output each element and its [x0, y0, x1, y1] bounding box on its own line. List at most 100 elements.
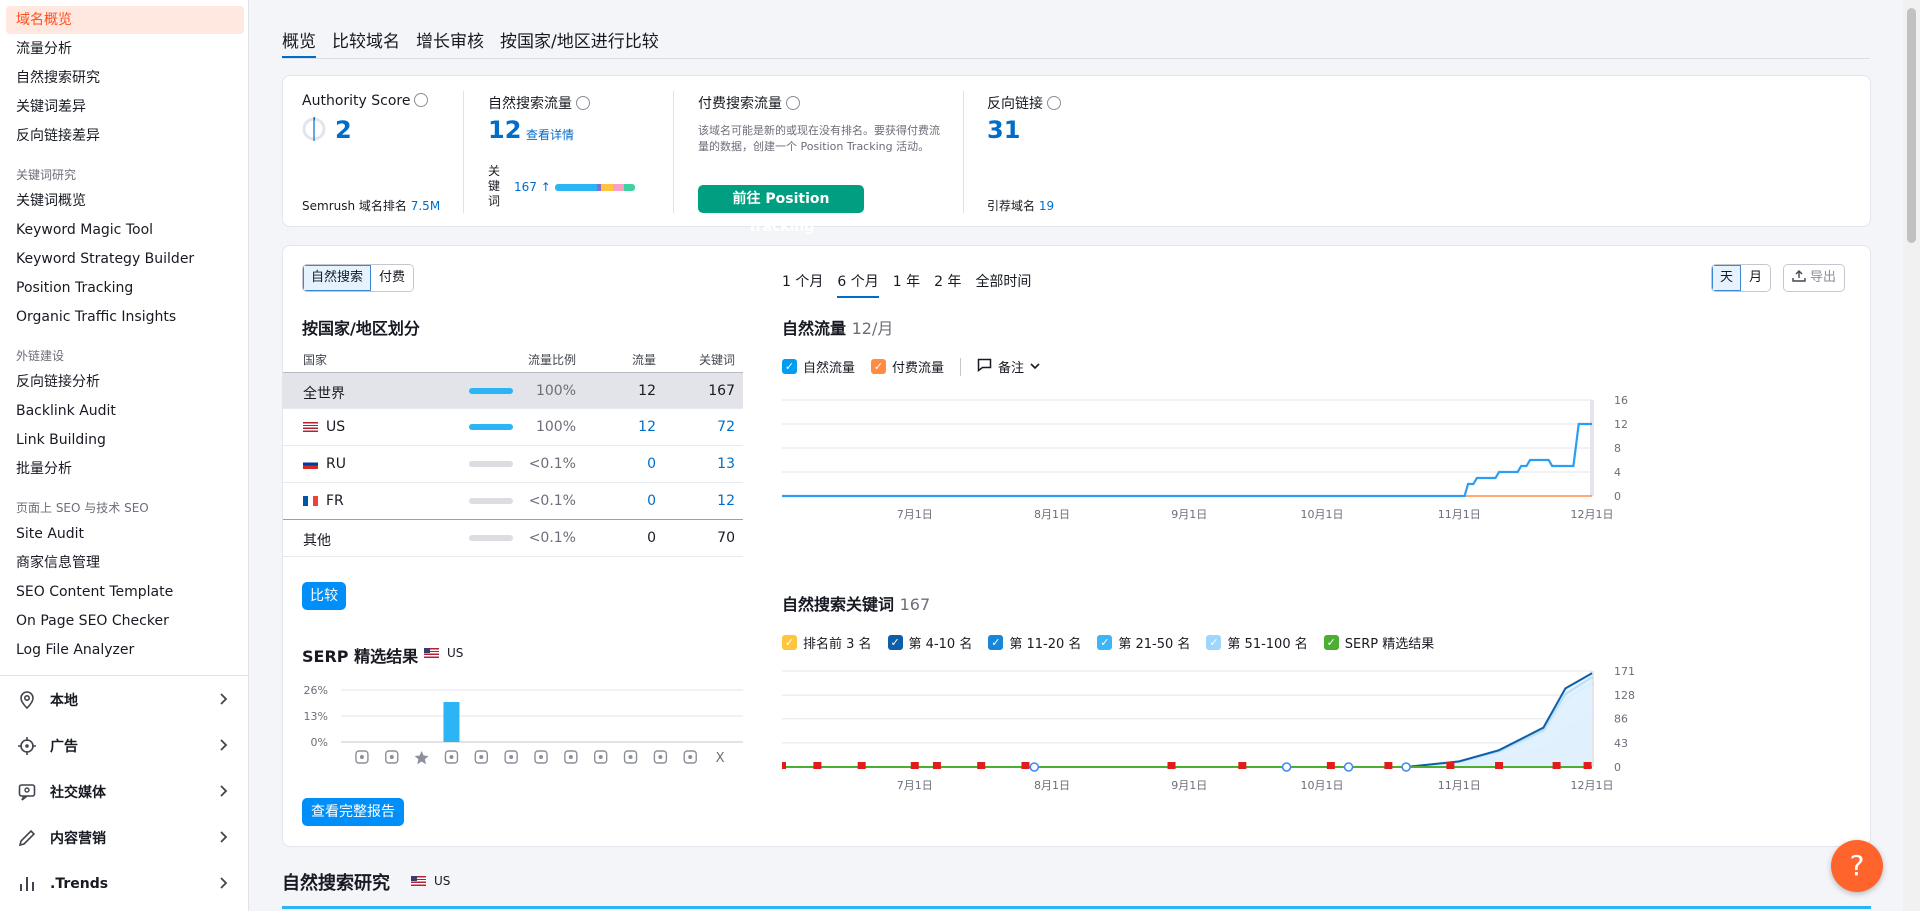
- legend-21-50[interactable]: ✓ 第 21-50 名: [1097, 633, 1190, 652]
- table-row[interactable]: US 100% 12 72: [283, 409, 743, 446]
- view-details-link[interactable]: 查看详情: [526, 126, 574, 143]
- event-flag-icon: [857, 762, 866, 769]
- icon-dot: [688, 755, 693, 759]
- organic-traffic-title[interactable]: 自然搜索流量: [488, 93, 590, 113]
- sidebar-item-bulk-analysis[interactable]: 批量分析: [6, 455, 244, 483]
- traffic-value[interactable]: 12: [638, 419, 656, 435]
- traffic-value[interactable]: 0: [647, 456, 656, 472]
- sidebar-item-position-tracking[interactable]: Position Tracking: [6, 274, 244, 302]
- keywords-value[interactable]: 12: [717, 493, 735, 509]
- organic-traffic-label: 自然搜索流量: [488, 96, 572, 112]
- semrush-rank-value[interactable]: 7.5M: [411, 199, 440, 213]
- sidebar-item-site-audit[interactable]: Site Audit: [6, 520, 244, 548]
- country-table-title: 按国家/地区划分: [302, 319, 420, 338]
- series-line: [782, 672, 1593, 768]
- sidebar-item-on-page-seo-checker[interactable]: On Page SEO Checker: [6, 607, 244, 635]
- export-button[interactable]: 导出: [1783, 264, 1846, 292]
- tab-compare-domains[interactable]: 比较域名: [332, 18, 400, 58]
- keywords-value[interactable]: 13: [717, 456, 735, 472]
- table-row[interactable]: RU <0.1% 0 13: [283, 446, 743, 483]
- sidebar-item-seo-content-template[interactable]: SEO Content Template: [6, 578, 244, 606]
- authority-score-value[interactable]: 2: [335, 116, 352, 144]
- info-icon[interactable]: [576, 96, 590, 110]
- col-traffic-share[interactable]: 流量比例: [528, 351, 576, 368]
- sidebar-item-organic-research[interactable]: 自然搜索研究: [6, 64, 244, 92]
- sidebar-item-organic-traffic-insights[interactable]: Organic Traffic Insights: [6, 303, 244, 331]
- sidebar-item-keyword-overview[interactable]: 关键词概览: [6, 187, 244, 215]
- sidebar-group-social[interactable]: 社交媒体: [0, 769, 248, 815]
- paid-traffic-title[interactable]: 付费搜索流量: [698, 93, 800, 113]
- tab-overview[interactable]: 概览: [282, 18, 316, 58]
- legend-paid-traffic[interactable]: ✓ 付费流量: [871, 357, 944, 376]
- help-button[interactable]: ?: [1831, 840, 1883, 892]
- export-label: 导出: [1810, 270, 1837, 285]
- referring-domains-value[interactable]: 19: [1039, 199, 1054, 213]
- period-2y[interactable]: 2 年: [934, 269, 961, 298]
- keywords-value[interactable]: 72: [717, 419, 735, 435]
- sidebar-item-domain-overview[interactable]: 域名概览: [6, 6, 244, 34]
- toggle-organic[interactable]: 自然搜索: [303, 265, 372, 291]
- sidebar-item-keyword-magic-tool[interactable]: Keyword Magic Tool: [6, 216, 244, 244]
- col-country[interactable]: 国家: [303, 351, 327, 368]
- legend-11-20[interactable]: ✓ 第 11-20 名: [988, 633, 1081, 652]
- event-flag-icon: [1446, 762, 1455, 769]
- period-1y[interactable]: 1 年: [893, 269, 920, 298]
- page-scrollbar[interactable]: [1903, 0, 1920, 911]
- col-traffic[interactable]: 流量: [632, 351, 656, 368]
- legend-organic-traffic[interactable]: ✓ 自然流量: [782, 357, 855, 376]
- x-tick-label: 9月1日: [1171, 779, 1207, 792]
- table-row[interactable]: 其他 <0.1% 0 70: [283, 520, 743, 557]
- toggle-paid[interactable]: 付费: [371, 265, 414, 291]
- sidebar-item-backlink-audit[interactable]: Backlink Audit: [6, 397, 244, 425]
- tab-growth-report[interactable]: 增长审核: [416, 18, 484, 58]
- sidebar-item-traffic-analytics[interactable]: 流量分析: [6, 35, 244, 63]
- sidebar-group-content-marketing[interactable]: 内容营销: [0, 815, 248, 861]
- sidebar-item-keyword-strategy-builder[interactable]: Keyword Strategy Builder: [6, 245, 244, 273]
- traffic-share-value: 100%: [535, 419, 576, 435]
- legend-51-100[interactable]: ✓ 第 51-100 名: [1206, 633, 1308, 652]
- legend-top3[interactable]: ✓ 排名前 3 名: [782, 633, 872, 652]
- sidebar-item-backlink-gap[interactable]: 反向链接差异: [6, 122, 244, 150]
- sidebar-item-listing-management[interactable]: 商家信息管理: [6, 549, 244, 577]
- period-all[interactable]: 全部时间: [975, 269, 1031, 298]
- x-tick-label: 8月1日: [1034, 508, 1070, 521]
- traffic-share-bar: [469, 424, 513, 430]
- info-icon[interactable]: [1047, 96, 1061, 110]
- sidebar-group-ads[interactable]: 广告: [0, 723, 248, 769]
- notes-dropdown[interactable]: 备注: [977, 357, 1040, 376]
- keywords-count[interactable]: 167 ↑: [514, 180, 551, 194]
- tab-compare-by-country[interactable]: 按国家/地区进行比较: [500, 18, 659, 58]
- period-6m[interactable]: 6 个月: [837, 269, 880, 298]
- country-label: US: [326, 419, 346, 435]
- sidebar-item-backlink-analytics[interactable]: 反向链接分析: [6, 368, 244, 396]
- granularity-day[interactable]: 天: [1712, 265, 1742, 291]
- organic-traffic-value[interactable]: 12: [488, 116, 521, 144]
- main-charts-card: 自然搜索 付费 按国家/地区划分 国家 流量比例 流量 关键词 全世界 100% 1…: [282, 245, 1871, 847]
- sidebar-group-local[interactable]: 本地: [0, 677, 248, 723]
- metric-divider: [673, 91, 674, 213]
- sidebar-item-keyword-gap[interactable]: 关键词差异: [6, 93, 244, 121]
- sidebar-item-log-file-analyzer[interactable]: Log File Analyzer: [6, 636, 244, 664]
- sidebar-group-trends[interactable]: .Trends: [0, 861, 248, 907]
- sidebar-item-link-building[interactable]: Link Building: [6, 426, 244, 454]
- icon-dot: [539, 755, 543, 759]
- table-row[interactable]: FR <0.1% 0 12: [283, 483, 743, 520]
- view-full-report-button[interactable]: 查看完整报告: [302, 798, 404, 826]
- legend-4-10[interactable]: ✓ 第 4-10 名: [887, 633, 972, 652]
- info-icon[interactable]: [786, 96, 800, 110]
- authority-score-title[interactable]: Authority Score: [302, 93, 429, 109]
- info-icon[interactable]: [414, 93, 429, 107]
- col-keywords[interactable]: 关键词: [699, 351, 735, 368]
- granularity-month[interactable]: 月: [1741, 265, 1771, 291]
- traffic-value[interactable]: 0: [647, 493, 656, 509]
- backlinks-value[interactable]: 31: [987, 116, 1020, 144]
- traffic-share-value: 100%: [535, 383, 576, 399]
- us-flag-icon: [303, 422, 318, 432]
- table-row[interactable]: 全世界 100% 12 167: [283, 372, 743, 409]
- legend-serp-features[interactable]: ✓ SERP 精选结果: [1323, 633, 1434, 652]
- backlinks-title[interactable]: 反向链接: [987, 93, 1061, 113]
- period-1m[interactable]: 1 个月: [782, 269, 823, 298]
- compare-button[interactable]: 比较: [302, 582, 346, 610]
- scrollbar-thumb[interactable]: [1907, 8, 1916, 243]
- go-position-tracking-button[interactable]: 前往 Position Tracking: [698, 185, 864, 235]
